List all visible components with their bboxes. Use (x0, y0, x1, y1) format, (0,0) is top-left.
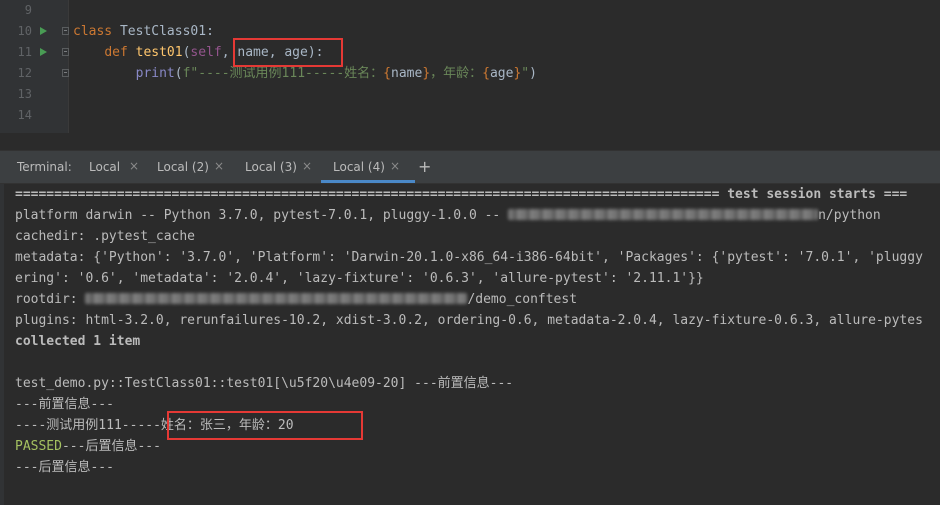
rootdir-text: rootdir: (15, 292, 86, 307)
platform-line: platform darwin -- Python 3.7.0, pytest-… (15, 205, 881, 226)
gutter-line-11: 11 (0, 42, 69, 63)
pre-info-line: ---前置信息--- (15, 397, 114, 412)
line-number: 14 (17, 108, 32, 122)
platform-suffix: n/python (818, 208, 881, 223)
fstring-end: " (521, 66, 530, 81)
close-icon[interactable]: × (214, 159, 224, 173)
tab-local-2[interactable]: Local (2) × (157, 151, 237, 183)
test-id-line: test_demo.py::TestClass01::test01[\u5f20… (15, 376, 514, 391)
terminal-output[interactable]: ========================================… (0, 184, 940, 505)
line-number: 13 (17, 87, 32, 101)
brace: } (422, 66, 431, 81)
terminal-left-strip (0, 184, 4, 505)
brace: { (482, 66, 490, 81)
add-tab-button[interactable]: + (418, 157, 431, 176)
line-number: 9 (24, 3, 32, 17)
paren-open: ( (174, 66, 183, 81)
metadata-line-2: ering': '0.6', 'metadata': '2.0.4', 'laz… (15, 271, 704, 286)
fold-icon[interactable] (62, 27, 69, 35)
gutter-line-14: 14 (0, 105, 68, 126)
metadata-line-1: metadata: {'Python': '3.7.0', 'Platform'… (15, 250, 923, 265)
paren-close: ) (529, 66, 537, 81)
redacted-path (508, 209, 819, 220)
gutter-separator (68, 0, 69, 133)
gutter-line-10: 10 (0, 21, 69, 42)
line-number: 11 (17, 45, 32, 59)
passed-line: PASSED---后置信息--- (15, 436, 161, 457)
function-name: test01 (135, 45, 183, 60)
passed-status: PASSED (15, 439, 62, 454)
class-name: TestClass01 (112, 24, 207, 39)
post-info-line: ---后置信息--- (15, 460, 114, 475)
colon: : (206, 24, 214, 39)
redacted-path (85, 293, 468, 304)
terminal-label: Terminal: (17, 160, 72, 174)
tab-label: Local (4) (333, 160, 385, 174)
keyword-class: class (73, 24, 113, 39)
tab-label: Local (3) (245, 160, 297, 174)
tab-label: Local (2) (157, 160, 209, 174)
line-number: 10 (17, 24, 32, 38)
plugins-line: plugins: html-3.2.0, rerunfailures-10.2,… (15, 313, 923, 328)
rootdir-suffix: /demo_conftest (467, 292, 578, 307)
rootdir-line: rootdir: /demo_conftest (15, 289, 577, 310)
highlight-box-params (233, 38, 343, 67)
cachedir-line: cachedir: .pytest_cache (15, 229, 196, 244)
tab-local[interactable]: Local × (89, 151, 149, 183)
run-icon[interactable] (40, 27, 47, 35)
interp-name: name (391, 66, 423, 81)
close-icon[interactable]: × (302, 159, 312, 173)
collected-line: collected 1 item (15, 334, 141, 349)
run-icon[interactable] (40, 48, 47, 56)
self-param: self (190, 45, 222, 60)
fold-end-icon[interactable] (62, 69, 69, 77)
keyword-def: def (104, 45, 128, 60)
fstring-prefix: f"----测试用例111-----姓名： (182, 66, 384, 81)
highlight-box-result (167, 411, 363, 440)
interp-age: age (489, 66, 514, 81)
close-icon[interactable]: × (390, 159, 400, 173)
tab-local-3[interactable]: Local (3) × (245, 151, 325, 183)
case-prefix: ----测试用例111----- (15, 418, 161, 433)
code-line-10[interactable]: class TestClass01: (73, 21, 214, 42)
gutter-line-13: 13 (0, 84, 68, 105)
terminal-tab-bar: Terminal: Local × Local (2) × Local (3) … (0, 150, 940, 184)
code-editor[interactable]: 9 10 11 12 13 14 class TestClass01: def … (0, 0, 940, 150)
post-info-inline: ---后置信息--- (61, 439, 161, 454)
session-start-line: ========================================… (15, 187, 908, 202)
tab-local-4[interactable]: Local (4) × (321, 151, 415, 183)
editor-bottom-area (0, 133, 940, 150)
brace: { (383, 66, 391, 81)
gutter-line-12: 12 (0, 63, 69, 84)
line-number: 12 (17, 66, 32, 80)
tab-label: Local (89, 160, 121, 174)
fold-icon[interactable] (62, 48, 69, 56)
builtin-print: print (135, 66, 175, 81)
close-icon[interactable]: × (129, 159, 139, 173)
fstring-mid: ，年龄： (430, 66, 483, 81)
gutter-line-9: 9 (0, 0, 68, 21)
platform-text: platform darwin -- Python 3.7.0, pytest-… (15, 208, 509, 223)
